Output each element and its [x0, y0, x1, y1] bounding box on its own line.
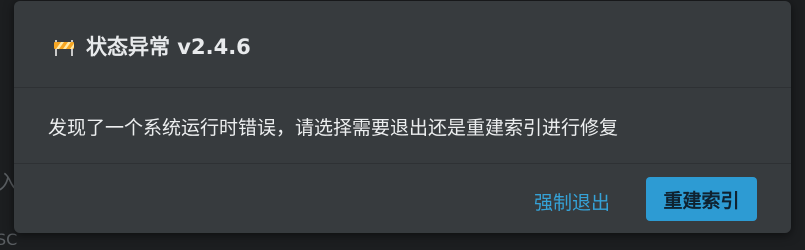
construction-barrier-icon — [54, 40, 74, 56]
rebuild-index-button[interactable]: 重建索引 — [646, 177, 757, 221]
dialog-title: 状态异常 v2.4.6 — [86, 35, 251, 59]
dialog-message: 发现了一个系统运行时错误，请选择需要退出还是重建索引进行修复 — [48, 117, 619, 139]
error-dialog: 状态异常 v2.4.6 发现了一个系统运行时错误，请选择需要退出还是重建索引进行… — [14, 1, 791, 233]
background-text-fragment: SC — [0, 230, 18, 249]
dialog-header: 状态异常 v2.4.6 — [14, 1, 791, 88]
dialog-title-group: 状态异常 v2.4.6 — [52, 31, 251, 61]
dialog-footer: 强制退出 重建索引 — [14, 164, 791, 233]
dialog-body: 发现了一个系统运行时错误，请选择需要退出还是重建索引进行修复 — [14, 88, 791, 164]
force-quit-button[interactable]: 强制退出 — [528, 188, 616, 214]
